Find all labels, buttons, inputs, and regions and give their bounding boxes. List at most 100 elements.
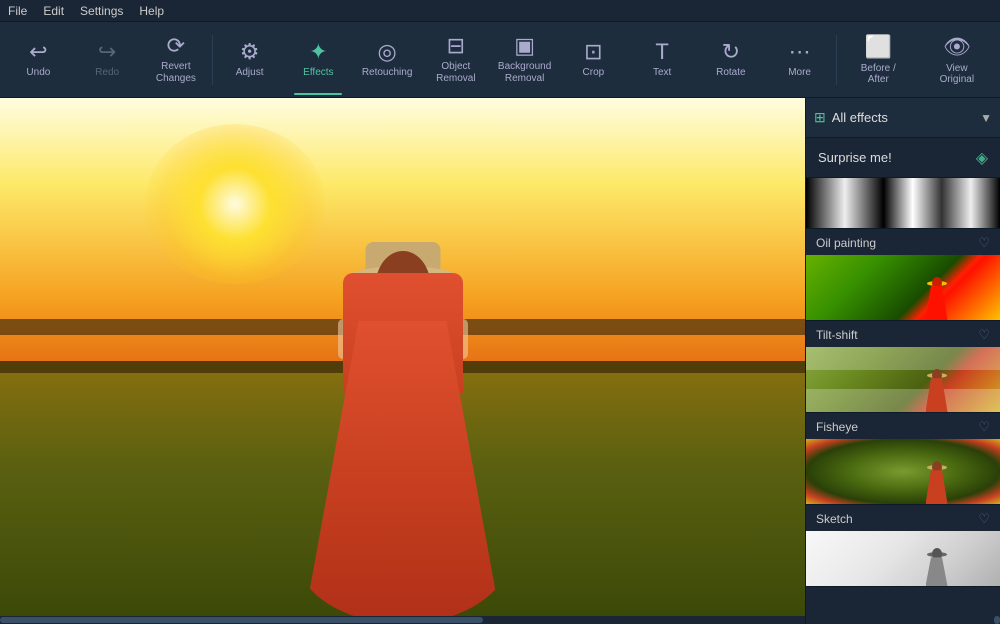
effects-list: Oil painting ♡ Tilt-shift	[806, 229, 1000, 616]
revert-button[interactable]: ⟳ RevertChanges	[142, 25, 211, 95]
undo-button[interactable]: ↩ Undo	[4, 25, 73, 95]
effect-thumb-fisheye	[806, 439, 1000, 504]
view-original-icon: 👁	[943, 34, 971, 60]
effect-header-sketch: Sketch ♡	[806, 505, 1000, 531]
heart-tilt[interactable]: ♡	[978, 327, 990, 343]
view-original-button[interactable]: 👁 ViewOriginal	[918, 25, 997, 95]
before-after-button[interactable]: ⬜ Before /After	[839, 25, 918, 95]
canvas-scrollbar[interactable]	[0, 616, 805, 624]
thumb-dress-sketch	[926, 557, 948, 586]
right-panel: ⊞ All effects ▼ Surprise me! ◈ Oil paint…	[805, 98, 1000, 624]
menu-help[interactable]: Help	[139, 4, 164, 18]
revert-label: RevertChanges	[156, 61, 196, 85]
background-removal-icon: ▣	[514, 35, 535, 57]
surprise-label: Surprise me!	[818, 150, 892, 165]
effect-item-oil-painting[interactable]: Oil painting ♡	[806, 229, 1000, 321]
more-button[interactable]: ⋯ More	[765, 25, 834, 95]
background-removal-button[interactable]: ▣ BackgroundRemoval	[490, 25, 559, 95]
revert-icon: ⟳	[167, 35, 185, 57]
separator-2	[836, 35, 837, 85]
toolbar: ↩ Undo ↪ Redo ⟳ RevertChanges ⚙ Adjust ✦…	[0, 22, 1000, 98]
more-label: More	[788, 67, 811, 79]
effect-header-oil: Oil painting ♡	[806, 229, 1000, 255]
crop-button[interactable]: ⊡ Crop	[559, 25, 628, 95]
effect-name-fisheye: Fisheye	[816, 420, 858, 434]
thumb-figure-tilt	[922, 360, 952, 412]
object-removal-icon: ⊟	[447, 35, 465, 57]
effect-item-fisheye[interactable]: Fisheye ♡	[806, 413, 1000, 505]
rotate-icon: ↻	[722, 41, 740, 63]
effect-item-sketch[interactable]: Sketch ♡	[806, 505, 1000, 587]
thumb-tilt-blur-top	[806, 347, 1000, 370]
adjust-button[interactable]: ⚙ Adjust	[215, 25, 284, 95]
undo-icon: ↩	[29, 41, 47, 63]
thumb-fisheye-bg	[806, 439, 1000, 504]
adjust-icon: ⚙	[240, 41, 260, 63]
thumb-dress-fisheye	[926, 470, 948, 504]
menu-file[interactable]: File	[8, 4, 27, 18]
redo-icon: ↪	[98, 41, 116, 63]
panel-title: All effects	[832, 110, 888, 125]
before-after-icon: ⬜	[865, 34, 892, 60]
canvas-area	[0, 98, 805, 624]
text-label: Text	[653, 67, 671, 79]
menu-bar: File Edit Settings Help	[0, 0, 1000, 22]
effect-thumb-sketch	[806, 531, 1000, 586]
effect-name-tilt: Tilt-shift	[816, 328, 858, 342]
text-icon: T	[655, 41, 668, 63]
thumb-figure-oil	[922, 268, 952, 320]
thumb-oil-bg	[806, 255, 1000, 320]
canvas-scrollbar-thumb	[0, 617, 483, 623]
separator-1	[212, 35, 213, 85]
effects-icon: ✦	[309, 41, 327, 63]
rotate-label: Rotate	[716, 67, 745, 79]
panel-header-left: ⊞ All effects	[814, 109, 888, 126]
effect-header-tilt: Tilt-shift ♡	[806, 321, 1000, 347]
rotate-button[interactable]: ↻ Rotate	[696, 25, 765, 95]
effects-dropdown-arrow[interactable]: ▼	[980, 111, 992, 125]
crop-icon: ⊡	[584, 41, 602, 63]
effect-header-fisheye: Fisheye ♡	[806, 413, 1000, 439]
effects-button[interactable]: ✦ Effects	[284, 25, 353, 95]
adjust-label: Adjust	[236, 67, 264, 79]
panel-header: ⊞ All effects ▼	[806, 98, 1000, 138]
thumb-sketch-bg	[806, 531, 1000, 586]
object-removal-label: ObjectRemoval	[436, 61, 475, 85]
thumb-figure-sketch	[922, 542, 952, 586]
retouching-label: Retouching	[362, 67, 413, 79]
view-original-label: ViewOriginal	[940, 63, 974, 85]
panel-scroll-indicator	[806, 616, 1000, 624]
menu-edit[interactable]: Edit	[43, 4, 64, 18]
grid-icon: ⊞	[814, 109, 826, 126]
menu-settings[interactable]: Settings	[80, 4, 123, 18]
panel-scrollbar-thumb[interactable]	[994, 616, 1000, 624]
effect-name-oil: Oil painting	[816, 236, 876, 250]
more-icon: ⋯	[789, 41, 811, 63]
heart-sketch[interactable]: ♡	[978, 511, 990, 527]
retouching-button[interactable]: ◎ Retouching	[353, 25, 422, 95]
surprise-icon: ◈	[976, 148, 988, 168]
effect-thumb-tilt	[806, 347, 1000, 412]
thumb-dress-oil	[926, 286, 948, 320]
redo-button[interactable]: ↪ Redo	[73, 25, 142, 95]
scene-figure	[273, 203, 533, 624]
effect-thumb-oil	[806, 255, 1000, 320]
main-area: ⊞ All effects ▼ Surprise me! ◈ Oil paint…	[0, 98, 1000, 624]
thumb-dress-tilt	[926, 378, 948, 412]
surprise-row[interactable]: Surprise me! ◈	[806, 138, 1000, 178]
thumb-tilt-blur-bottom	[806, 389, 1000, 412]
effects-label: Effects	[303, 67, 333, 79]
figure-dress	[293, 321, 513, 624]
surprise-thumb-item[interactable]	[806, 178, 1000, 229]
undo-label: Undo	[26, 67, 50, 79]
thumb-figure-fisheye	[922, 452, 952, 504]
background-removal-label: BackgroundRemoval	[498, 61, 551, 85]
retouching-icon: ◎	[378, 41, 397, 63]
surprise-thumb	[806, 178, 1000, 228]
crop-label: Crop	[583, 67, 605, 79]
heart-fisheye[interactable]: ♡	[978, 419, 990, 435]
effect-item-tilt-shift[interactable]: Tilt-shift ♡	[806, 321, 1000, 413]
object-removal-button[interactable]: ⊟ ObjectRemoval	[421, 25, 490, 95]
text-button[interactable]: T Text	[628, 25, 697, 95]
heart-oil[interactable]: ♡	[978, 235, 990, 251]
